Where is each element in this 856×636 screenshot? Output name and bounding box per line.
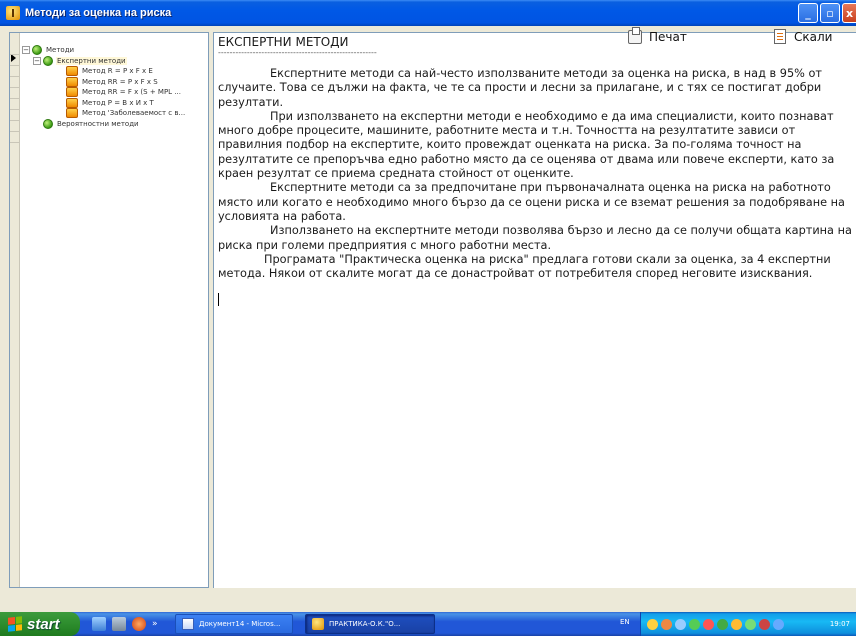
scales-button[interactable]: Скали [774,23,856,50]
tree-node-label: Вероятностни методи [57,119,139,128]
tree-node-label: Метод RR = P x F x S [82,77,158,86]
print-button[interactable]: Печат [628,23,708,50]
book-icon [66,87,78,98]
gutter-line [10,76,20,77]
title-underline: ----------------------------------------… [218,48,377,57]
paragraph: Експертните методи са най-често използва… [218,67,822,109]
tree-node-method[interactable]: Метод P = B x И x T [22,97,208,109]
tree-node-label: Експертни методи [56,56,127,65]
quick-launch: » [92,617,158,631]
start-label: start [27,615,60,633]
app-icon [6,6,20,20]
taskbar-item-risk-app[interactable]: ПРАКТИКА-О.К."О... [305,614,435,634]
clock[interactable]: 19:07 [830,620,850,628]
language-indicator[interactable]: EN [620,618,630,626]
document: ЕКСПЕРТНИ МЕТОДИ -----------------------… [214,33,856,308]
globe-icon [32,45,42,56]
print-button-label: Печат [649,29,687,44]
paragraph: Програмата "Практическа оценка на риска"… [218,252,831,281]
gutter-line [10,120,20,121]
globe-icon [43,118,53,129]
tray-update-icon[interactable] [689,618,700,630]
windows-logo-icon [8,616,22,632]
taskbar-item-label: ПРАКТИКА-О.К."О... [329,620,401,628]
tree-node-label: Методи [46,46,75,55]
system-tray: 19:07 [640,612,856,636]
tray-antivirus-icon[interactable] [661,618,672,630]
tray-sync-icon[interactable] [745,618,756,630]
tree-row-gutter [10,33,20,587]
start-button[interactable]: start [0,612,80,636]
document-title: ЕКСПЕРТНИ МЕТОДИ [218,35,349,49]
paragraph: Използването на експертните методи позво… [218,224,852,252]
minimize-button[interactable]: _ [798,3,818,23]
tray-network-icon[interactable] [675,618,686,630]
paragraph: При използването на експертни методи е н… [218,109,835,181]
client-area: − Методи − Експертни методи Метод R = P … [0,26,856,591]
tree-node-label: Метод R = P x F x E [82,67,153,76]
taskbar-item-label: Документ14 - Micros... [199,620,281,628]
book-icon [66,76,78,87]
methods-tree: − Методи − Експертни методи Метод R = P … [22,45,208,129]
tree-node-method[interactable]: Метод R = P x F x E [22,66,208,77]
gutter-line [10,109,20,110]
window-title-bar[interactable]: Методи за оценка на риска _ ▫ x [0,0,856,26]
messenger-icon[interactable] [92,617,106,631]
gutter-line [10,98,20,99]
document-icon [774,29,786,44]
scales-button-label: Скали [794,29,833,44]
gutter-line [10,54,20,55]
word-document-icon [182,618,194,630]
tree-node-methods[interactable]: − Методи [22,45,208,56]
window-controls: _ ▫ x [798,3,856,23]
tree-node-method[interactable]: Метод RR = P x F x S [22,76,208,88]
tree-node-label: Метод RR = F x (S + MPL ... [82,88,181,97]
collapse-icon[interactable]: − [33,56,41,65]
paragraph: Експертните методи са за предпочитане пр… [218,181,845,223]
tray-messenger-icon[interactable] [717,618,728,630]
gutter-line [10,131,20,132]
taskbar-item-word-document[interactable]: Документ14 - Micros... [175,614,293,634]
book-icon [66,108,78,119]
current-row-pointer-icon [11,54,16,62]
quick-launch-more-icon[interactable]: » [152,619,158,629]
tree-node-label: Метод P = B x И x T [82,98,154,107]
tree-node-label: Метод 'Заболеваемост с в... [82,109,186,118]
tray-alert-icon[interactable] [703,618,714,630]
show-desktop-icon[interactable] [112,617,126,631]
tray-security-icon[interactable] [759,618,770,630]
taskbar: start » Документ14 - Micros... ПРАКТИКА-… [0,612,856,636]
collapse-icon[interactable]: − [22,46,30,55]
tree-node-method[interactable]: Метод RR = F x (S + MPL ... [22,87,208,98]
maximize-button[interactable]: ▫ [820,3,840,23]
gutter-line [10,87,20,88]
app-icon [312,618,324,630]
window-title: Методи за оценка на риска [25,7,172,19]
text-caret [218,293,219,307]
media-player-icon[interactable] [132,617,146,631]
tree-node-probability-methods[interactable]: Вероятностни методи [22,118,208,130]
printer-icon [628,26,642,44]
tray-display-icon[interactable] [773,618,784,630]
close-button[interactable]: x [842,3,856,23]
tree-node-method[interactable]: Метод 'Заболеваемост с в... [22,108,208,119]
gutter-line [10,142,20,143]
description-text-area[interactable]: ЕКСПЕРТНИ МЕТОДИ -----------------------… [213,32,856,588]
tray-volume-icon[interactable] [731,618,742,630]
book-icon [66,66,78,77]
gutter-line [10,65,20,66]
tray-shield-icon[interactable] [647,618,658,630]
methods-tree-panel: − Методи − Експертни методи Метод R = P … [9,32,209,588]
tree-node-expert-methods[interactable]: − Експертни методи [22,55,208,67]
book-icon [66,97,78,108]
globe-icon [43,55,53,66]
